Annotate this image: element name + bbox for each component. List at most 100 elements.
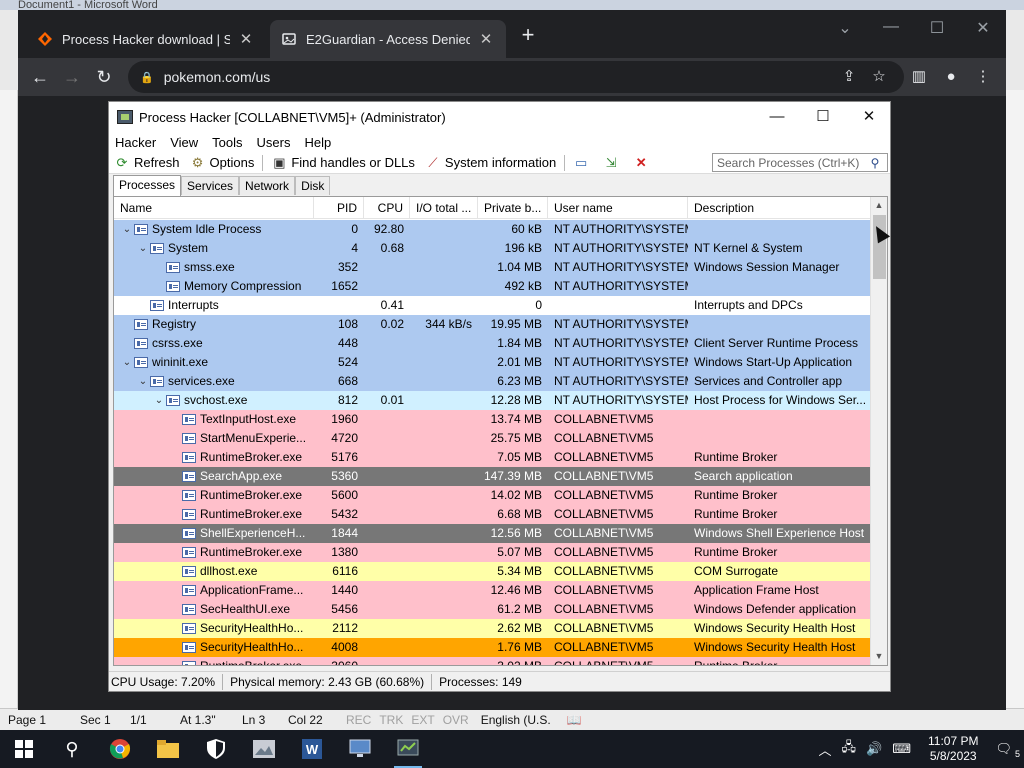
column-header-name[interactable]: Name — [114, 197, 314, 219]
process-name-cell[interactable]: RuntimeBroker.exe — [114, 448, 314, 467]
tab-disk[interactable]: Disk — [295, 176, 331, 195]
process-name-cell[interactable]: smss.exe — [114, 258, 314, 277]
menu-tools[interactable]: Tools — [205, 135, 249, 150]
address-bar[interactable]: 🔒 pokemon.com/us — [128, 61, 904, 93]
process-name-cell[interactable]: ⌄ services.exe — [114, 372, 314, 391]
process-name-cell[interactable]: SecurityHealthHo... — [114, 638, 314, 657]
notification-icon[interactable]: 🗨 5 — [990, 741, 1024, 759]
word-status-rec[interactable]: REC — [342, 713, 375, 727]
expand-chevron-icon[interactable]: ⌄ — [136, 239, 150, 258]
process-row[interactable]: ⌄ services.exe 668 6.23 MB NT AUTHORITY\SYST… — [114, 372, 871, 391]
bookmark-star-icon[interactable]: ☆ — [868, 67, 890, 87]
word-status-col[interactable]: Col 22 — [280, 713, 342, 727]
process-name-cell[interactable]: SecHealthUI.exe — [114, 600, 314, 619]
new-tab-button[interactable]: + — [516, 24, 540, 48]
process-row[interactable]: SecurityHealthHo... 4008 1.76 MB COLLABNET\… — [114, 638, 871, 657]
word-status-ln[interactable]: Ln 3 — [234, 713, 280, 727]
process-row[interactable]: SecHealthUI.exe 5456 61.2 MB COLLABNET\VM5 W… — [114, 600, 871, 619]
process-name-cell[interactable]: StartMenuExperie... — [114, 429, 314, 448]
process-name-cell[interactable]: SearchApp.exe — [114, 467, 314, 486]
menu-users[interactable]: Users — [250, 135, 298, 150]
column-header-description[interactable]: Description — [688, 197, 871, 219]
close-tab-icon[interactable]: ✕ — [238, 30, 254, 48]
process-row[interactable]: Registry 108 0.02 344 kB/s 19.95 MB NT AUTHOR… — [114, 315, 871, 334]
process-name-cell[interactable]: ⌄ System Idle Process — [114, 220, 314, 239]
process-name-cell[interactable]: RuntimeBroker.exe — [114, 505, 314, 524]
word-status-language[interactable]: English (U.S. — [473, 713, 559, 727]
process-name-cell[interactable]: ApplicationFrame... — [114, 581, 314, 600]
search-button[interactable]: ⚲ — [48, 730, 96, 768]
taskbar-word[interactable]: W — [288, 730, 336, 768]
process-row[interactable]: ShellExperienceH... 1844 12.56 MB COLLABNET… — [114, 524, 871, 543]
system-information-button[interactable]: ⟋ System information — [420, 153, 561, 173]
process-name-cell[interactable]: ShellExperienceH... — [114, 524, 314, 543]
process-row[interactable]: ⌄ wininit.exe 524 2.01 MB NT AUTHORITY\SYSTE… — [114, 353, 871, 372]
word-status-page[interactable]: Page 1 — [0, 713, 72, 727]
word-status-pages[interactable]: 1/1 — [122, 713, 172, 727]
browser-tab-e2guardian[interactable]: E2Guardian - Access Denied ✕ — [270, 20, 506, 58]
word-status-ext[interactable]: EXT — [407, 713, 438, 727]
process-name-cell[interactable]: Interrupts — [114, 296, 314, 315]
more-menu-icon[interactable]: ⋮ — [972, 67, 994, 87]
find-handles-button[interactable]: ▣ Find handles or DLLs — [266, 153, 420, 173]
taskbar-security[interactable] — [192, 730, 240, 768]
close-icon[interactable]: ✕ — [849, 106, 889, 128]
column-header-user-name[interactable]: User name — [548, 197, 688, 219]
process-name-cell[interactable]: csrss.exe — [114, 334, 314, 353]
network-icon[interactable]: 🖧 — [837, 738, 862, 760]
browser-tab-sourceforge[interactable]: Process Hacker download | Sour ✕ — [26, 20, 266, 58]
scroll-down-icon[interactable]: ▼ — [871, 648, 887, 665]
word-status-trk[interactable]: TRK — [375, 713, 407, 727]
side-panel-icon[interactable]: ▥ — [908, 67, 930, 87]
volume-icon[interactable]: 🔊 — [861, 741, 887, 757]
process-name-cell[interactable]: TextInputHost.exe — [114, 410, 314, 429]
process-name-cell[interactable]: dllhost.exe — [114, 562, 314, 581]
lock-icon[interactable]: 🔒 — [140, 71, 154, 84]
column-header-private-bytes[interactable]: Private b... — [478, 197, 548, 219]
search-processes-input[interactable] — [717, 155, 867, 170]
taskbar-file-explorer[interactable] — [144, 730, 192, 768]
process-name-cell[interactable]: ⌄ wininit.exe — [114, 353, 314, 372]
process-row[interactable]: ApplicationFrame... 1440 12.46 MB COLLABNET… — [114, 581, 871, 600]
tab-network[interactable]: Network — [239, 176, 296, 195]
process-row[interactable]: csrss.exe 448 1.84 MB NT AUTHORITY\SYSTEM Cl… — [114, 334, 871, 353]
tab-search-icon[interactable]: ⌄ — [830, 18, 860, 38]
process-row[interactable]: dllhost.exe 6116 5.34 MB COLLABNET\VM5 COM S… — [114, 562, 871, 581]
taskbar-remote-desktop[interactable] — [336, 730, 384, 768]
process-row[interactable]: RuntimeBroker.exe 3060 3.02 MB COLLABNET\VM… — [114, 657, 871, 665]
close-tab-icon[interactable]: ✕ — [478, 30, 494, 48]
process-name-cell[interactable]: RuntimeBroker.exe — [114, 543, 314, 562]
maximize-icon[interactable]: ☐ — [803, 106, 843, 128]
process-name-cell[interactable]: Registry — [114, 315, 314, 334]
process-row[interactable]: ⌄ System 4 0.68 196 kB NT AUTHORITY\SYSTEM NT … — [114, 239, 871, 258]
menu-help[interactable]: Help — [297, 135, 338, 150]
expand-chevron-icon[interactable]: ⌄ — [136, 372, 150, 391]
expand-chevron-icon[interactable]: ⌄ — [120, 220, 134, 239]
word-status-sec[interactable]: Sec 1 — [72, 713, 122, 727]
process-row[interactable]: StartMenuExperie... 4720 25.75 MB COLLABNET… — [114, 429, 871, 448]
menu-hacker[interactable]: Hacker — [109, 135, 163, 150]
search-processes-box[interactable]: ⚲ — [712, 153, 888, 172]
vertical-scrollbar[interactable]: ▲ ▼ — [870, 197, 887, 665]
process-row[interactable]: TextInputHost.exe 1960 13.74 MB COLLABNET\V… — [114, 410, 871, 429]
maximize-icon[interactable]: ☐ — [922, 18, 952, 38]
forward-arrow-icon[interactable]: → — [58, 64, 86, 90]
process-row[interactable]: Interrupts 0.41 0 Interrupts and DPCs — [114, 296, 871, 315]
process-row[interactable]: SecurityHealthHo... 2112 2.62 MB COLLABNET\… — [114, 619, 871, 638]
process-row[interactable]: RuntimeBroker.exe 1380 5.07 MB COLLABNET\VM… — [114, 543, 871, 562]
clock[interactable]: 11:07 PM 5/8/2023 — [916, 734, 990, 764]
tab-processes[interactable]: Processes — [113, 175, 182, 196]
process-name-cell[interactable]: SecurityHealthHo... — [114, 619, 314, 638]
column-header-pid[interactable]: PID — [314, 197, 364, 219]
profile-icon[interactable]: ● — [940, 67, 962, 87]
search-icon[interactable]: ⚲ — [867, 156, 883, 170]
column-header-io-total[interactable]: I/O total ... — [410, 197, 478, 219]
ph-titlebar[interactable]: Process Hacker [COLLABNET\VM5]+ (Adminis… — [109, 102, 890, 132]
options-button[interactable]: ⚙ Options — [185, 153, 260, 173]
tab-services[interactable]: Services — [181, 176, 240, 195]
share-icon[interactable]: ⇪ — [838, 67, 860, 87]
process-row[interactable]: Memory Compression 1652 492 kB NT AUTHORITY… — [114, 277, 871, 296]
word-status-ovr[interactable]: OVR — [439, 713, 473, 727]
start-button[interactable] — [0, 730, 48, 768]
refresh-button[interactable]: ⟳ Refresh — [109, 153, 185, 173]
